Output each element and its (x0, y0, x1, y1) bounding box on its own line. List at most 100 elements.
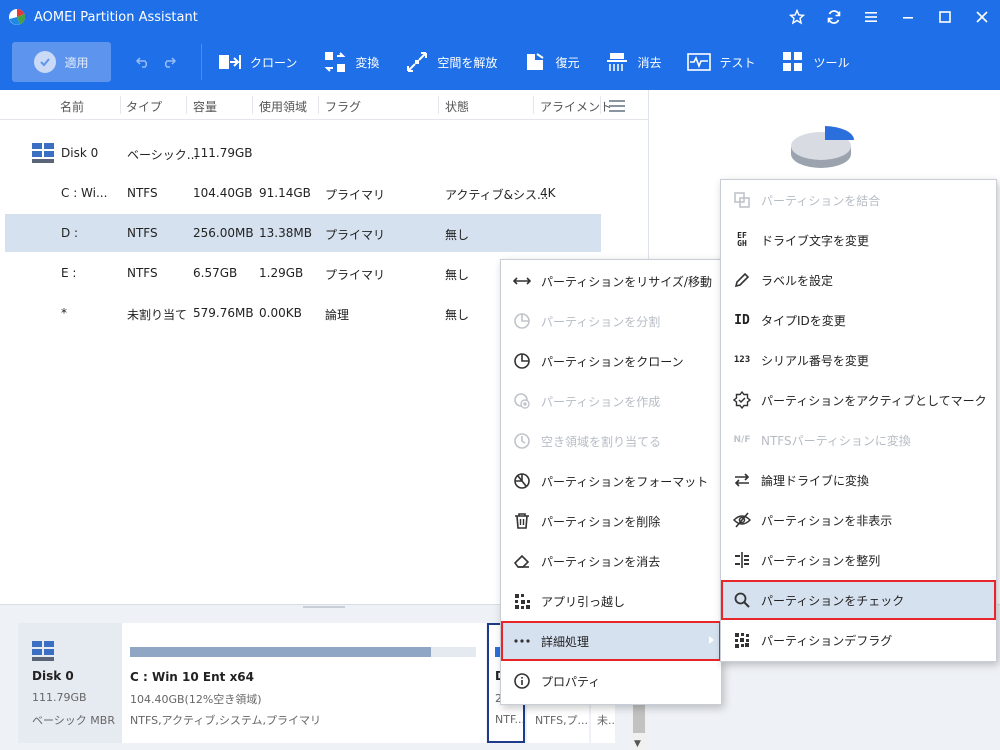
row-name: D : (61, 226, 79, 240)
tools-tool-button[interactable]: ツール (781, 50, 850, 74)
submenu-item-merge[interactable]: パーティションを結合 (722, 181, 995, 219)
refresh-button[interactable] (815, 0, 852, 34)
close-icon (975, 11, 988, 23)
submenu-item-convert-ntfs[interactable]: N/F NTFSパーティションに変換 (722, 421, 995, 459)
disk-type: ベーシック MBR (32, 714, 115, 727)
scroll-down-icon[interactable]: ▼ (634, 739, 641, 749)
disk-icon (32, 641, 54, 661)
menu-item-clone[interactable]: パーティションをクローン (502, 342, 720, 380)
row-type: NTFS (127, 266, 158, 280)
free-space-icon (407, 52, 428, 72)
row-capacity: 111.79GB (193, 146, 253, 160)
free-space-tool-label: 空間を解放 (437, 55, 498, 70)
menu-item-properties[interactable]: プロパティ (502, 662, 720, 700)
submenu-item-hide[interactable]: パーティションを非表示 (722, 501, 995, 539)
create-plus-icon (512, 391, 532, 411)
partition-fs: NTFS,アクティブ,システム,プライマリ (130, 714, 322, 727)
tools-grid-icon (783, 52, 803, 71)
row-status: 無し (445, 228, 470, 242)
menu-item-label: 空き領域を割り当てる (541, 434, 662, 449)
submenu-item-label: パーティションデフラグ (761, 633, 893, 648)
row-used: 91.14GB (259, 186, 311, 200)
submenu-item-align[interactable]: パーティションを整列 (722, 541, 995, 579)
col-type[interactable]: タイプ (126, 98, 162, 115)
submenu-item-label: 論理ドライブに変換 (761, 473, 870, 488)
submenu-item-type-id[interactable]: ID タイプIDを変更 (722, 301, 995, 339)
toolbar: 適用 クローン 変換 空間を解放 復元 消去 テスト ツール (0, 34, 1000, 90)
menu-item-advanced[interactable]: 詳細処理 (501, 621, 721, 661)
disk-icon (32, 143, 54, 163)
submenu-item-set-active[interactable]: パーティションをアクティブとしてマーク (722, 381, 995, 419)
favorite-star-button[interactable] (778, 0, 815, 34)
swap-arrows-icon (732, 470, 752, 490)
menu-item-resize-move[interactable]: パーティションをリサイズ/移動 (502, 262, 720, 300)
disk-card[interactable]: Disk 0 111.79GB ベーシック MBR (18, 623, 122, 743)
undo-icon[interactable] (135, 54, 151, 70)
menu-item-format[interactable]: パーティションをフォーマット (502, 462, 720, 500)
column-divider (533, 96, 534, 114)
partition-block-c[interactable]: C : Win 10 Ent x64 104.40GB(12%空き領域) NTF… (122, 623, 486, 743)
row-align: 4K (540, 186, 556, 200)
menu-item-create[interactable]: パーティションを作成 (502, 382, 720, 420)
restore-tool-button[interactable]: 復元 (523, 50, 579, 74)
menu-item-split[interactable]: パーティションを分割 (502, 302, 720, 340)
maximize-button[interactable] (926, 0, 963, 34)
usage-bar-fill (130, 647, 432, 657)
menu-item-delete[interactable]: パーティションを削除 (502, 502, 720, 540)
usage-bar (130, 647, 476, 657)
list-header: 名前 タイプ 容量 使用領域 フラグ 状態 アライメント (0, 90, 649, 120)
col-name[interactable]: 名前 (60, 98, 84, 115)
close-button[interactable] (963, 0, 1000, 34)
col-capacity[interactable]: 容量 (193, 98, 217, 115)
col-status[interactable]: 状態 (445, 98, 469, 115)
partition-fs: 未... (597, 714, 615, 727)
row-capacity: 104.40GB (193, 186, 253, 200)
splitter-handle[interactable] (303, 606, 345, 608)
convert-icon (324, 52, 346, 72)
partition-row-c[interactable]: C : Wi... NTFS 104.40GB 91.14GB プライマリ アク… (5, 174, 601, 212)
search-icon (732, 590, 752, 610)
submenu-item-check[interactable]: パーティションをチェック (721, 580, 996, 620)
apply-button[interactable]: 適用 (12, 42, 111, 82)
tools-tool-label: ツール (813, 55, 850, 70)
minimize-button[interactable] (889, 0, 926, 34)
row-capacity: 256.00MB (193, 226, 254, 240)
submenu-item-convert-logical[interactable]: 論理ドライブに変換 (722, 461, 995, 499)
partition-info: 104.40GB(12%空き領域) (130, 693, 262, 706)
submenu-item-serial[interactable]: 123 シリアル番号を変更 (722, 341, 995, 379)
info-icon (512, 671, 532, 691)
partition-row-d[interactable]: D : NTFS 256.00MB 13.38MB プライマリ 無し (5, 214, 601, 252)
column-divider (186, 96, 187, 114)
restore-tool-label: 復元 (555, 55, 580, 70)
disk-row[interactable]: Disk 0 ベーシック... 111.79GB (5, 134, 601, 172)
free-space-tool-button[interactable]: 空間を解放 (405, 50, 497, 74)
menu-item-label: パーティションをクローン (541, 354, 684, 369)
row-name: * (61, 306, 67, 320)
col-used[interactable]: 使用領域 (259, 98, 307, 115)
col-alignment[interactable]: アライメント (540, 98, 612, 115)
submenu-arrow-icon (709, 636, 714, 644)
test-tool-label: テスト (719, 55, 756, 70)
submenu-item-label: タイプIDを変更 (761, 313, 846, 328)
column-settings-icon[interactable] (609, 100, 625, 115)
test-tool-button[interactable]: テスト (687, 50, 755, 74)
menu-item-allocate[interactable]: 空き領域を割り当てる (502, 422, 720, 460)
submenu-item-drive-letter[interactable]: EF GH ドライブ文字を変更 (722, 221, 995, 259)
restore-icon (527, 53, 544, 70)
submenu-item-label: ドライブ文字を変更 (761, 233, 870, 248)
submenu-item-set-label[interactable]: ラベルを設定 (722, 261, 995, 299)
submenu-item-label: パーティションを結合 (761, 193, 881, 208)
test-pulse-icon (687, 53, 712, 71)
redo-icon[interactable] (161, 54, 177, 70)
disk-size: 111.79GB (32, 691, 87, 704)
app-logo-icon (9, 8, 26, 25)
menu-button[interactable] (852, 0, 889, 34)
clone-tool-button[interactable]: クローン (218, 50, 297, 74)
convert-tool-button[interactable]: 変換 (323, 50, 379, 74)
row-capacity: 579.76MB (193, 306, 254, 320)
wipe-tool-button[interactable]: 消去 (605, 50, 661, 74)
menu-item-wipe[interactable]: パーティションを消去 (502, 542, 720, 580)
col-flag[interactable]: フラグ (325, 98, 361, 115)
submenu-item-defrag[interactable]: パーティションデフラグ (722, 621, 995, 659)
menu-item-app-mover[interactable]: アプリ引っ越し (502, 582, 720, 620)
